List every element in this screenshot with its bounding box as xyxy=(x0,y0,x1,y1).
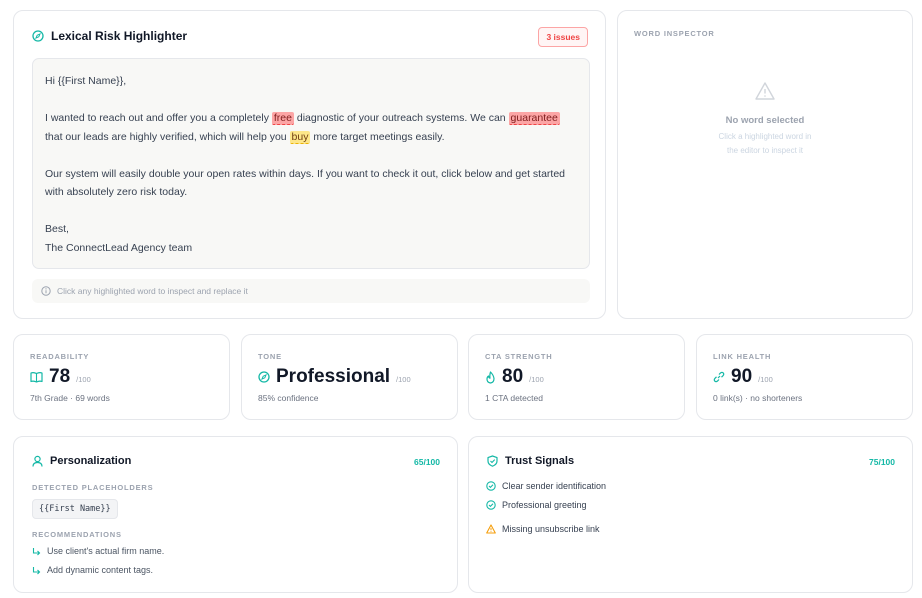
warning-icon xyxy=(754,81,776,101)
metric-value: 80 xyxy=(502,366,524,387)
inspector-label: WORD INSPECTOR xyxy=(634,29,715,38)
recommendation-text: Add dynamic content tags. xyxy=(47,565,154,575)
metric-subtext: 7th Grade · 69 words xyxy=(30,393,110,403)
metric-value: Professional xyxy=(276,366,391,387)
recommendation-item: Use client's actual firm name. xyxy=(32,546,164,556)
metric-max: /100 xyxy=(396,375,411,384)
trust-signals-title: Trust Signals xyxy=(505,455,575,467)
metric-label: LINK HEALTH xyxy=(713,352,772,361)
metric-subtext: 0 link(s) · no shorteners xyxy=(713,393,803,403)
personalization-card: Personalization 65/100 DETECTED PLACEHOL… xyxy=(13,436,458,593)
recommendations-label: RECOMMENDATIONS xyxy=(32,530,122,539)
metric-subtext: 85% confidence xyxy=(258,393,319,403)
hint-text: Click any highlighted word to inspect an… xyxy=(57,286,248,296)
trust-signals-card: Trust Signals 75/100 Clear sender identi… xyxy=(468,436,913,593)
inspector-empty-state: No word selected Click a highlighted wor… xyxy=(618,81,912,158)
lexical-title: Lexical Risk Highlighter xyxy=(51,29,188,43)
recommendation-item: Add dynamic content tags. xyxy=(32,565,153,575)
issues-badge: 3 issues xyxy=(538,27,588,47)
word-inspector-card: WORD INSPECTOR No word selected Click a … xyxy=(617,10,913,319)
metric-value: 78 xyxy=(49,366,71,387)
flagged-word-guarantee[interactable]: guarantee xyxy=(508,112,560,125)
detected-placeholders-label: DETECTED PLACEHOLDERS xyxy=(32,483,154,492)
metric-card-tone: TONE Professional /100 85% confidence xyxy=(241,334,458,420)
compass-icon xyxy=(258,371,270,383)
inspector-desc-line-2: the editor to inspect it xyxy=(726,146,804,155)
metric-card-readability: READABILITY 78 /100 7th Grade · 69 words xyxy=(13,334,230,420)
flagged-word-buy[interactable]: buy xyxy=(289,130,311,144)
text-segment: I wanted to reach out and offer you a co… xyxy=(45,112,272,124)
trust-signal-item: Clear sender identification xyxy=(486,481,606,491)
metric-value: 90 xyxy=(731,366,753,387)
book-icon xyxy=(30,371,43,383)
lexical-header: Lexical Risk Highlighter xyxy=(32,29,187,43)
signature-line-1: Best, xyxy=(45,223,69,235)
trust-signal-text: Missing unsubscribe link xyxy=(502,524,600,534)
inspector-empty-desc: Click a highlighted word in the editor t… xyxy=(618,130,912,158)
metric-max: /100 xyxy=(758,375,773,384)
email-greeting: Hi {{First Name}}, xyxy=(45,75,127,87)
trust-signal-text: Professional greeting xyxy=(502,500,587,510)
check-circle-icon xyxy=(486,500,496,510)
editor-hint: Click any highlighted word to inspect an… xyxy=(32,279,590,303)
info-icon xyxy=(41,286,51,296)
metric-card-link-health: LINK HEALTH 90 /100 0 link(s) · no short… xyxy=(696,334,913,420)
trust-signal-text: Clear sender identification xyxy=(502,481,607,491)
lexical-risk-card: Lexical Risk Highlighter 3 issues Hi {{F… xyxy=(13,10,606,319)
email-paragraph-2: Our system will easily double your open … xyxy=(45,167,566,199)
metric-max: /100 xyxy=(76,375,91,384)
text-segment: more target meetings easily. xyxy=(310,130,445,143)
flame-icon xyxy=(485,370,496,384)
corner-arrow-icon xyxy=(32,547,41,556)
text-segment: diagnostic of your outreach systems. We … xyxy=(293,112,509,124)
metric-label: READABILITY xyxy=(30,352,90,361)
text-segment: that our leads are highly verified, whic… xyxy=(45,130,290,143)
trust-signal-item: Professional greeting xyxy=(486,500,587,510)
email-editor[interactable]: Hi {{First Name}}, I wanted to reach out… xyxy=(32,58,590,269)
trust-signal-item: Missing unsubscribe link xyxy=(486,524,600,534)
metric-subtext: 1 CTA detected xyxy=(485,393,543,403)
check-circle-icon xyxy=(486,481,496,491)
personalization-score: 65/100 xyxy=(414,457,440,467)
email-signature: Best, The ConnectLead Agency team xyxy=(45,220,577,257)
link-icon xyxy=(713,371,725,383)
email-paragraph-1: I wanted to reach out and offer you a co… xyxy=(45,109,577,146)
inspector-empty-title: No word selected xyxy=(725,115,805,126)
personalization-title: Personalization xyxy=(50,455,132,467)
compass-icon xyxy=(32,30,44,42)
placeholder-chip: {{First Name}} xyxy=(32,499,118,519)
metric-card-cta-strength: CTA STRENGTH 80 /100 1 CTA detected xyxy=(468,334,685,420)
inspector-desc-line-1: Click a highlighted word in xyxy=(718,132,812,141)
signature-line-2: The ConnectLead Agency team xyxy=(45,241,193,254)
trust-signals-score: 75/100 xyxy=(869,457,895,467)
user-icon xyxy=(32,455,43,467)
recommendation-text: Use client's actual firm name. xyxy=(47,546,165,556)
warning-icon xyxy=(486,524,496,534)
shield-check-icon xyxy=(487,455,498,467)
metric-max: /100 xyxy=(529,375,544,384)
flagged-word-free[interactable]: free xyxy=(271,112,294,125)
metric-label: TONE xyxy=(258,352,282,361)
corner-arrow-icon xyxy=(32,566,41,575)
metric-label: CTA STRENGTH xyxy=(485,352,553,361)
